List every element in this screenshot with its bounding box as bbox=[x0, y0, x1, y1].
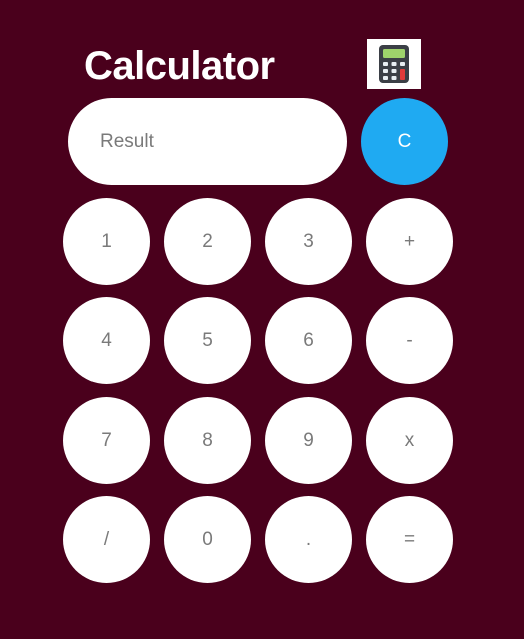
decimal-point-button[interactable]: . bbox=[265, 496, 352, 583]
digit-9-button[interactable]: 9 bbox=[265, 397, 352, 484]
digit-0-button[interactable]: 0 bbox=[164, 496, 251, 583]
page-title: Calculator bbox=[84, 44, 275, 88]
multiply-button[interactable]: x bbox=[366, 397, 453, 484]
divide-button[interactable]: / bbox=[63, 496, 150, 583]
result-display[interactable]: Result bbox=[68, 98, 347, 185]
digit-7-button[interactable]: 7 bbox=[63, 397, 150, 484]
plus-button[interactable]: + bbox=[366, 198, 453, 285]
equals-button[interactable]: = bbox=[366, 496, 453, 583]
digit-8-button[interactable]: 8 bbox=[164, 397, 251, 484]
digit-2-button[interactable]: 2 bbox=[164, 198, 251, 285]
digit-5-button[interactable]: 5 bbox=[164, 297, 251, 384]
minus-button[interactable]: - bbox=[366, 297, 453, 384]
clear-button[interactable]: C bbox=[361, 98, 448, 185]
digit-4-button[interactable]: 4 bbox=[63, 297, 150, 384]
calculator-icon bbox=[367, 39, 421, 89]
digit-6-button[interactable]: 6 bbox=[265, 297, 352, 384]
digit-3-button[interactable]: 3 bbox=[265, 198, 352, 285]
digit-1-button[interactable]: 1 bbox=[63, 198, 150, 285]
